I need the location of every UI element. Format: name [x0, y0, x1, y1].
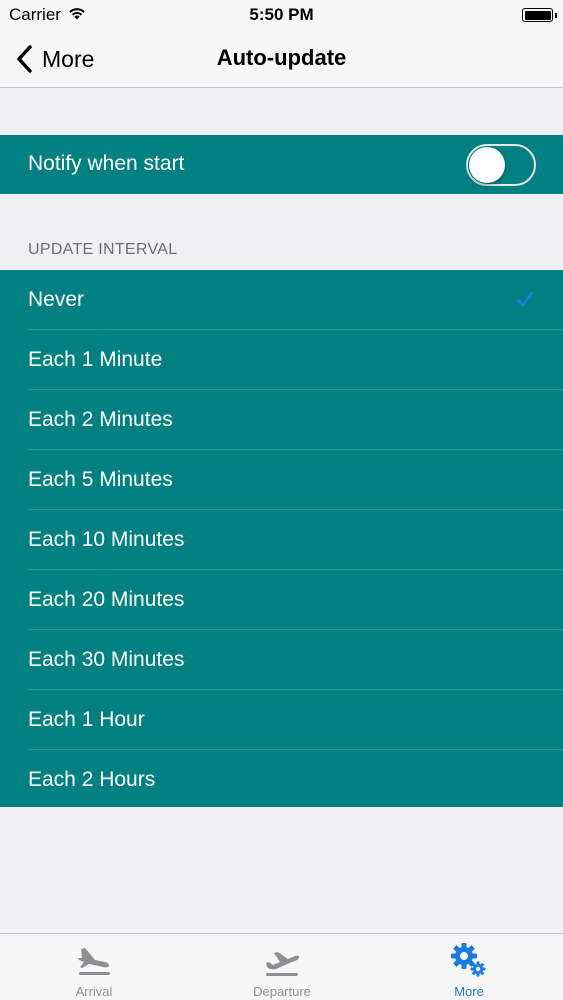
interval-option-label: Each 1 Hour	[28, 708, 145, 731]
interval-option-1-hour[interactable]: Each 1 Hour	[0, 690, 563, 750]
checkmark-icon	[516, 291, 534, 307]
tab-label: Arrival	[75, 984, 113, 999]
tab-label: More	[454, 984, 484, 999]
interval-option-never[interactable]: Never	[0, 270, 563, 330]
airplane-arrival-icon	[78, 948, 110, 975]
toggle-knob	[469, 147, 505, 183]
update-interval-header: UPDATE INTERVAL	[28, 241, 178, 258]
page-title: Auto-update	[216, 45, 347, 70]
interval-option-label: Each 1 Minute	[28, 348, 163, 371]
update-interval-list: Never Each 1 Minute Each 2 Minutes Each …	[0, 270, 563, 807]
interval-option-1-minute[interactable]: Each 1 Minute	[0, 330, 563, 390]
interval-option-label: Each 20 Minutes	[28, 588, 185, 611]
tab-label: Departure	[253, 984, 311, 999]
interval-option-2-minutes[interactable]: Each 2 Minutes	[0, 390, 563, 450]
interval-option-label: Never	[28, 288, 85, 311]
interval-option-5-minutes[interactable]: Each 5 Minutes	[0, 450, 563, 510]
status-bar: Carrier 5:50 PM	[0, 0, 563, 30]
interval-option-label: Each 10 Minutes	[28, 528, 185, 551]
interval-option-2-hours[interactable]: Each 2 Hours	[0, 750, 563, 810]
airplane-departure-icon	[266, 952, 300, 976]
interval-option-10-minutes[interactable]: Each 10 Minutes	[0, 510, 563, 570]
status-time: 5:50 PM	[249, 5, 314, 24]
notify-when-start-row: Notify when start	[0, 135, 563, 194]
notify-when-start-toggle[interactable]	[466, 144, 536, 186]
navigation-bar: More Auto-update	[0, 30, 563, 88]
gears-icon	[451, 943, 486, 977]
interval-option-label: Each 2 Minutes	[28, 408, 173, 431]
interval-option-30-minutes[interactable]: Each 30 Minutes	[0, 630, 563, 690]
interval-option-20-minutes[interactable]: Each 20 Minutes	[0, 570, 563, 630]
battery-icon	[522, 8, 557, 22]
tab-departure[interactable]: Departure	[188, 934, 376, 1000]
tab-arrival[interactable]: Arrival	[0, 934, 188, 1000]
interval-option-label: Each 2 Hours	[28, 768, 156, 791]
interval-option-label: Each 5 Minutes	[28, 468, 173, 491]
tab-bar: Arrival Departure More	[0, 933, 563, 1000]
notify-when-start-label: Notify when start	[28, 152, 185, 175]
tab-more[interactable]: More	[375, 934, 563, 1000]
interval-option-label: Each 30 Minutes	[28, 648, 185, 671]
